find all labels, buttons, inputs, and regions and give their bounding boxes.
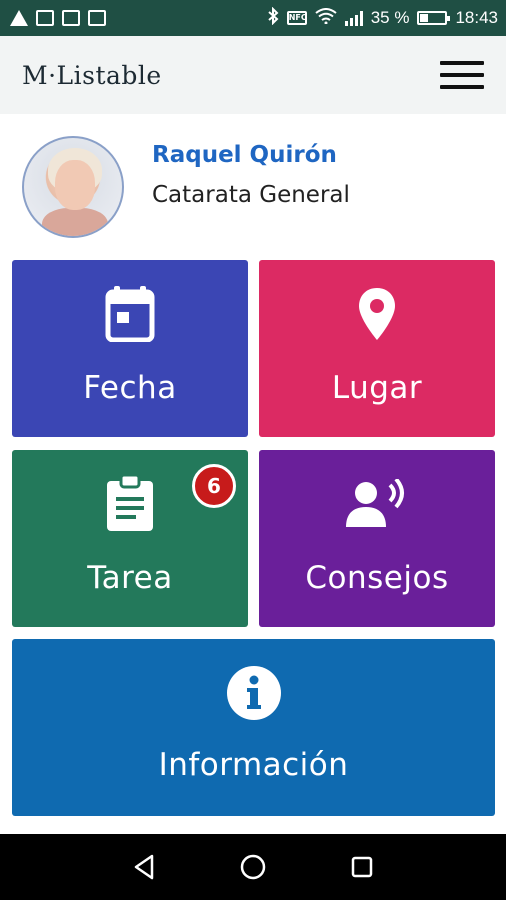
profile-text: Raquel Quirón Catarata General (152, 142, 350, 208)
image-icon (88, 10, 106, 26)
avatar (22, 136, 124, 238)
tile-lugar-label: Lugar (331, 370, 423, 406)
wifi-icon (315, 8, 337, 28)
calendar-icon (105, 286, 155, 342)
app-bar: M·Listable (0, 36, 506, 114)
clipboard-icon (105, 475, 155, 532)
notification-icon (36, 10, 54, 26)
recents-icon[interactable] (342, 847, 382, 887)
battery-percent: 35 % (370, 8, 410, 27)
tile-consejos[interactable]: Consejos (259, 450, 495, 627)
tile-fecha[interactable]: Fecha (12, 260, 248, 437)
menu-line (440, 73, 484, 77)
battery-icon (417, 11, 451, 25)
clock: 18:43 (455, 8, 498, 27)
status-notifications (10, 10, 106, 26)
tile-consejos-label: Consejos (305, 560, 449, 596)
navigation-bar (0, 834, 506, 900)
tile-fecha-label: Fecha (83, 370, 177, 406)
hamburger-menu-button[interactable] (438, 57, 486, 93)
bluetooth-icon (267, 6, 279, 29)
tile-lugar[interactable]: Lugar (259, 260, 495, 437)
status-bar: NFC 35 % 18:43 (0, 0, 506, 36)
tile-tarea[interactable]: Tarea 6 (12, 450, 248, 627)
user-profile: Raquel Quirón Catarata General (22, 136, 350, 238)
profile-name: Raquel Quirón (152, 142, 337, 168)
signal-icon (344, 10, 363, 26)
tile-informacion[interactable]: Información (12, 639, 495, 816)
main-content: Raquel Quirón Catarata General Fecha Lug… (0, 114, 506, 834)
tile-informacion-label: Información (158, 747, 349, 783)
home-icon[interactable] (233, 847, 273, 887)
warning-icon (10, 10, 28, 26)
profile-condition: Catarata General (152, 182, 350, 208)
tile-tarea-label: Tarea (87, 560, 173, 596)
speaking-person-icon (344, 476, 410, 532)
back-icon[interactable] (124, 847, 164, 887)
task-count-badge: 6 (192, 464, 236, 508)
menu-line (440, 85, 484, 89)
app-logo: M·Listable (22, 60, 162, 90)
info-icon (226, 665, 282, 721)
menu-line (440, 61, 484, 65)
location-pin-icon (357, 286, 397, 342)
nfc-icon: NFC (286, 11, 307, 25)
status-system: NFC 35 % 18:43 (267, 6, 498, 29)
notification-icon (62, 10, 80, 26)
